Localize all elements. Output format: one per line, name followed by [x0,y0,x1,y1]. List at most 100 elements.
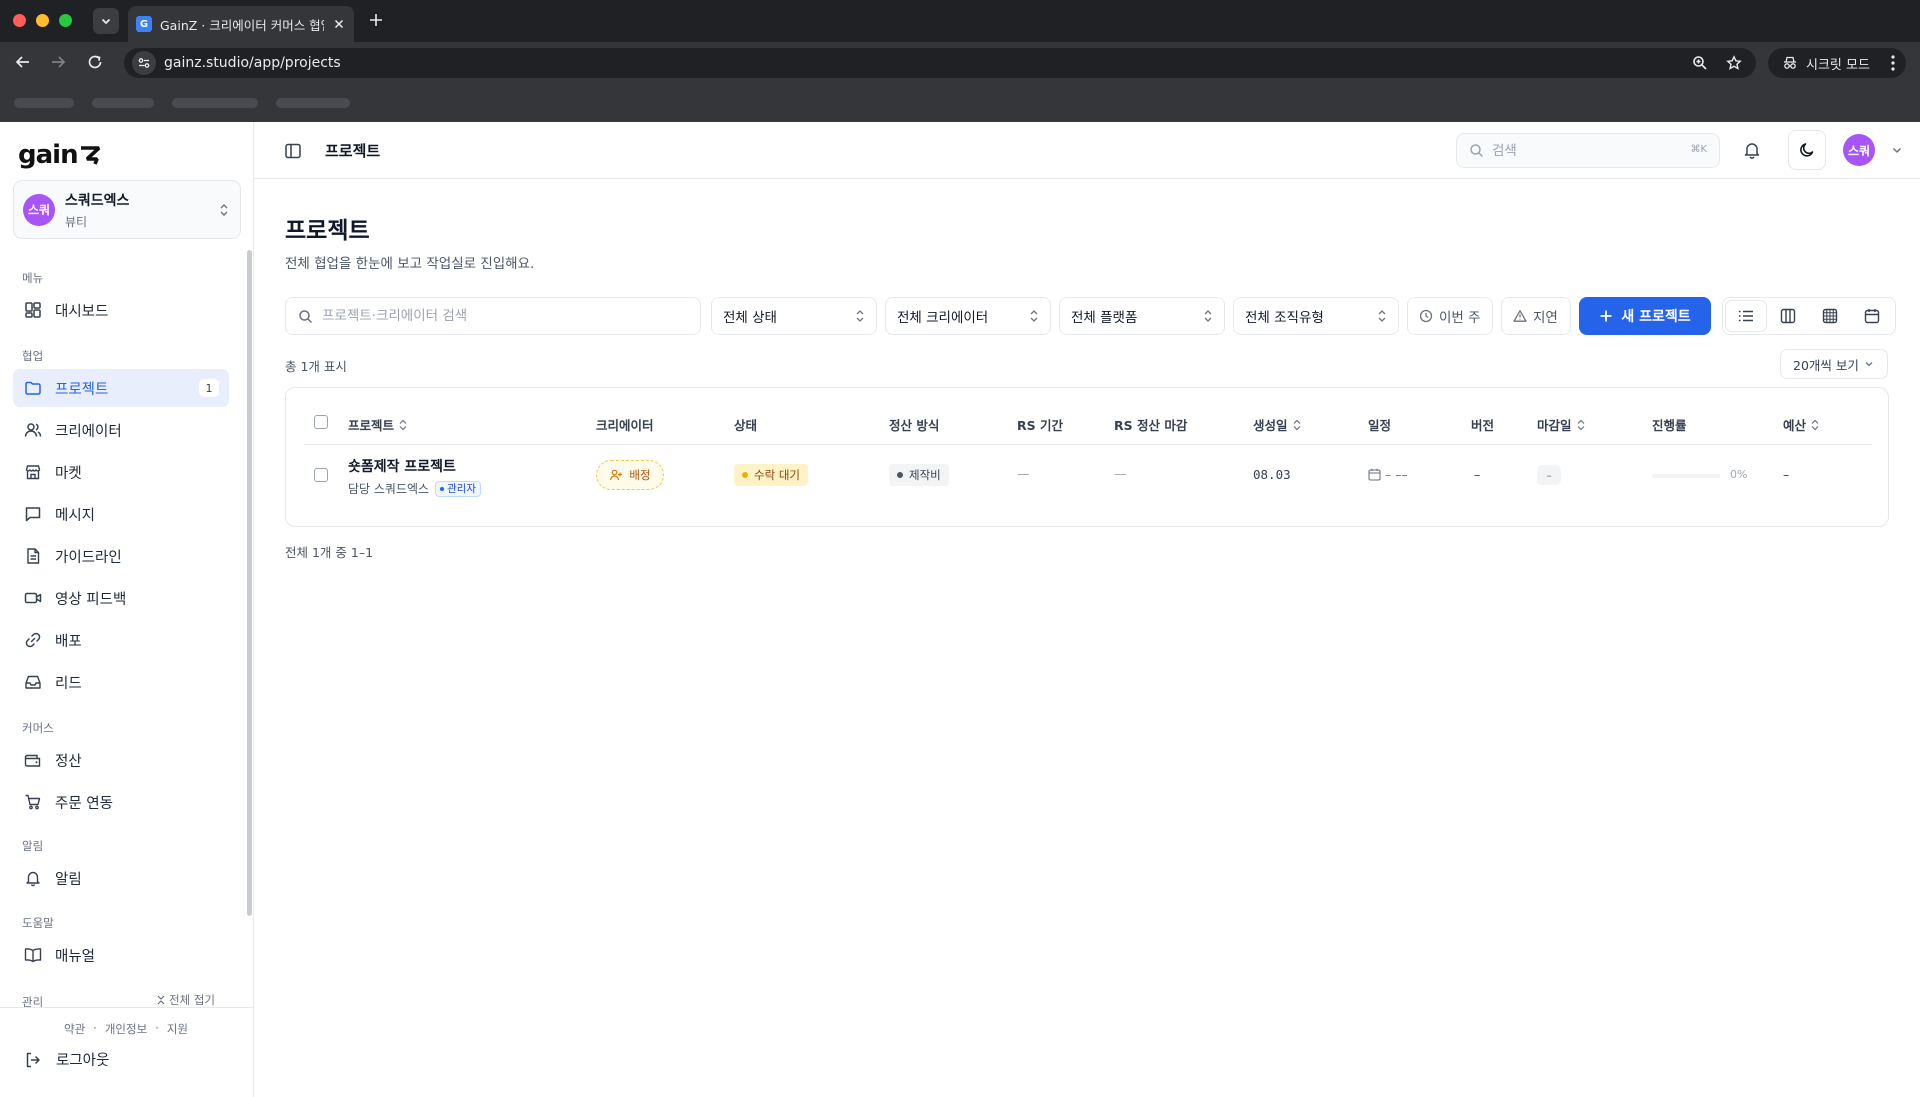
bookmark-star-icon[interactable] [1726,55,1742,71]
close-icon[interactable] [332,17,346,31]
page-size-select[interactable]: 20개씩 보기 [1780,349,1888,379]
sidebar-item-messages[interactable]: 메시지 [13,495,229,533]
minimize-window-button[interactable] [36,14,49,27]
sidebar-toggle-icon[interactable] [284,142,302,160]
warning-icon [1513,310,1527,322]
column-header-project[interactable]: 프로젝트 [348,415,408,434]
logout-button[interactable]: 로그아웃 [24,1049,109,1070]
sidebar-item-notifications[interactable]: 알림 [13,859,229,897]
privacy-link[interactable]: 개인정보 [105,1021,147,1037]
project-search-input[interactable] [322,308,682,324]
sort-icon [399,419,407,430]
sidebar-item-manual[interactable]: 매뉴얼 [13,936,229,974]
progress-bar [1652,474,1720,478]
creator-filter[interactable]: 전체 크리에이터 [885,297,1051,335]
sidebar-item-label: 배포 [55,633,82,650]
column-header-created[interactable]: 생성일 [1253,415,1302,434]
status-filter[interactable]: 전체 상태 [711,297,877,335]
settlement-badge: 제작비 [889,464,949,486]
chevron-up-down-icon [220,204,228,216]
sidebar-item-label: 가이드라인 [55,549,122,566]
link-icon [25,632,41,648]
omnibox[interactable]: gainz.studio/app/projects [124,48,1756,78]
calendar-icon [1368,468,1381,481]
chevron-down-icon[interactable] [1891,144,1903,156]
user-avatar[interactable]: 스쿼 [1843,134,1875,166]
search-icon [299,309,313,323]
org-switcher[interactable]: 스쿼 스쿼드엑스 뷰티 [13,180,241,239]
theme-toggle-button[interactable] [1788,130,1826,170]
reload-icon[interactable] [86,53,104,71]
forward-icon[interactable] [49,53,67,71]
tab-search-button[interactable] [93,8,119,34]
search-shortcut: ⌘K [1690,144,1707,155]
column-header-creator: 크리에이터 [596,418,654,433]
org-type-filter-value: 전체 조직유형 [1245,310,1324,326]
support-link[interactable]: 지원 [167,1021,188,1037]
sidebar-scrollbar[interactable] [247,250,252,916]
zoom-icon[interactable] [1692,55,1708,71]
maximize-window-button[interactable] [59,14,72,27]
app: gain 스쿼 스쿼드엑스 뷰티 메뉴 대시보드 협업 프로젝트 1 크리에이터 [0,122,1920,1097]
project-name[interactable]: 숏폼제작 프로젝트 [348,456,456,476]
select-all-checkbox[interactable] [314,415,328,429]
new-project-button[interactable]: 새 프로젝트 [1579,297,1711,335]
delayed-filter[interactable]: 지연 [1501,297,1571,335]
incognito-indicator[interactable]: 시크릿 모드 [1768,48,1906,78]
cart-icon [25,794,41,810]
logo[interactable]: gain [18,140,102,170]
deadline-cell: – [1537,465,1561,485]
grid-view-button[interactable] [1810,301,1850,331]
sidebar-item-dashboard[interactable]: 대시보드 [13,291,229,329]
dashboard-icon [25,302,41,318]
column-header-budget[interactable]: 예산 [1783,415,1820,434]
sidebar-item-market[interactable]: 마켓 [13,453,229,491]
footer-separator: · [93,1021,97,1035]
close-window-button[interactable] [13,14,26,27]
org-name: 스쿼드엑스 [65,192,130,209]
back-icon[interactable] [14,53,32,71]
section-alerts: 알림 [22,839,44,853]
calendar-view-button[interactable] [1852,301,1892,331]
projects-count-badge: 1 [199,379,219,397]
this-week-filter[interactable]: 이번 주 [1407,297,1493,335]
row-checkbox[interactable] [314,468,328,482]
notification-bell-icon[interactable] [1742,140,1762,160]
sidebar-item-leads[interactable]: 리드 [13,663,229,701]
browser-tab[interactable]: G GainZ · 크리에이터 커머스 협업 C [128,6,354,42]
search-icon [1470,144,1484,158]
result-count: 총 1개 표시 [285,359,347,374]
org-type-filter[interactable]: 전체 조직유형 [1233,297,1399,335]
sidebar-item-label: 크리에이터 [55,423,122,440]
project-search[interactable] [285,297,701,335]
section-collab: 협업 [22,349,44,363]
list-view-button[interactable] [1726,301,1766,331]
terms-link[interactable]: 약관 [64,1021,85,1037]
sidebar-item-projects[interactable]: 프로젝트 1 [13,369,229,407]
sidebar-item-video-feedback[interactable]: 영상 피드백 [13,579,229,617]
platform-filter[interactable]: 전체 플랫폼 [1059,297,1225,335]
global-search[interactable]: ⌘K [1456,133,1720,168]
message-icon [25,507,41,522]
version-cell: – [1474,467,1481,482]
column-header-deadline[interactable]: 마감일 [1537,415,1586,434]
rs-period-cell: — [1017,466,1030,481]
column-header-progress: 진행률 [1652,418,1687,433]
global-search-input[interactable] [1492,142,1662,159]
tab-title: GainZ · 크리에이터 커머스 협업 C [160,17,324,33]
new-tab-icon[interactable] [368,12,384,28]
role-badge: 관리자 [435,480,482,497]
sidebar-item-distribution[interactable]: 배포 [13,621,229,659]
site-settings-icon[interactable] [132,51,156,75]
sort-icon [1811,419,1819,430]
collapse-all-button[interactable]: 전체 접기 [156,992,215,1008]
sidebar-item-creators[interactable]: 크리에이터 [13,411,229,449]
breadcrumb-title: 프로젝트 [325,142,381,160]
browser-menu-icon[interactable] [1890,54,1896,72]
sidebar-item-guidelines[interactable]: 가이드라인 [13,537,229,575]
sidebar-item-order-sync[interactable]: 주문 연동 [13,783,229,821]
chevron-up-down-icon [1204,310,1212,322]
board-view-button[interactable] [1768,301,1808,331]
assign-creator-button[interactable]: 배정 [596,460,664,490]
sidebar-item-settlement[interactable]: 정산 [13,741,229,779]
